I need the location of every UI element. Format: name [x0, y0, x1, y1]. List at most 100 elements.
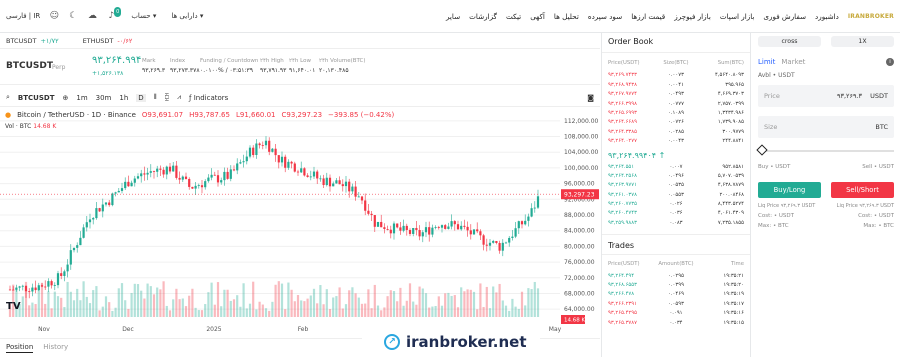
chart-title: Bitcoin / TetherUSD · 1D · Binance: [17, 111, 136, 119]
volume-bar: [524, 305, 527, 317]
nav-item[interactable]: بازار اسپات: [720, 12, 755, 21]
volume-bar: [37, 287, 40, 317]
cost-buy: Cost: • USDT: [758, 213, 794, 219]
nav-item[interactable]: سود سپرده: [588, 12, 622, 21]
nav-item[interactable]: سایر: [446, 12, 460, 21]
candle-body: [120, 188, 124, 191]
candle-body: [453, 221, 456, 225]
margin-mode-button[interactable]: cross: [758, 36, 821, 47]
book-cell: ۰.۰۴۹۶: [668, 172, 684, 179]
nav-item[interactable]: تیکت: [506, 12, 521, 21]
book-row[interactable]: ۹۳,۲۶۴.۳۳۸۵ ۰.۰۲۸۵ ۳۰۰.۹۷۷۹: [602, 128, 750, 137]
toolbar-symbol[interactable]: BTCUSDT: [18, 94, 55, 102]
indicators-button[interactable]: ƒ Indicators: [189, 94, 228, 102]
book-cell: ۰.۰۵۳۵: [668, 182, 684, 189]
nav-item[interactable]: بازار فیوچرز: [674, 12, 711, 21]
chart-svg[interactable]: 112,000.00 108,000.00 104,000.00 100,000.00…: [0, 107, 600, 333]
volume-bar: [248, 303, 252, 317]
book-row[interactable]: ۹۳,۲۶۸.۹۴۳۸ ۰.۰۰۴۱ ۳۹۵.۹۶۵: [602, 81, 750, 90]
language-switch[interactable]: فارسی | IR: [6, 12, 40, 20]
book-row[interactable]: ۹۳,۲۶۶.۴۷۸ ۰.۰۴۶۹ ۱۹:۳۵:۱۹: [602, 290, 750, 299]
brand-logo[interactable]: IRANBROKER: [848, 13, 894, 20]
volume-bar: [108, 302, 111, 317]
book-row[interactable]: ۹۳,۲۶۱.۰۳۷۸ ۰.۰۵۵۳ ۲۰۰.۰۸۴۶۸: [602, 191, 750, 200]
book-cell: ۹۳,۲۶۵.۴۲۹۵: [608, 310, 637, 317]
book-row[interactable]: ۹۳,۲۶۴.۶۶۸۹ ۰.۰۷۲۶ ۱,۷۳۹.۹۰۸۵: [602, 118, 750, 127]
book-row[interactable]: ۹۳,۲۶۶.۲۳۹۱ ۰.۰۵۹۳ ۱۹:۳۵:۱۷: [602, 300, 750, 309]
nav-item[interactable]: سفارش فوری: [763, 12, 806, 21]
book-row[interactable]: ۹۳,۲۶۰.۴۷۴۳ ۰.۰۳۶ ۴,۰۶۱.۴۳۰۹: [602, 209, 750, 218]
price-input[interactable]: Price ۹۳,۲۶۹.۳ USDT: [758, 85, 894, 107]
book-row[interactable]: ۹۳,۲۶۵.۳۷۸۷ ۰.۰۳۴ ۱۹:۳۵:۱۵: [602, 319, 750, 328]
volume-bar: [85, 296, 88, 317]
pair-item[interactable]: ETHUSDT -۰/۶۲: [83, 37, 133, 45]
candle-body: [325, 177, 328, 186]
sell-short-button[interactable]: Sell/Short: [831, 182, 894, 198]
candle-body: [488, 242, 492, 246]
volume-bar: [348, 290, 351, 317]
book-row[interactable]: ۹۳,۲۶۵.۴۲۹۵ ۰.۰۹۱ ۱۹:۳۵:۱۶: [602, 309, 750, 318]
interval-1h[interactable]: 1h: [119, 94, 128, 102]
tab-limit[interactable]: Limit: [758, 58, 775, 66]
interval-30m[interactable]: 30m: [96, 94, 112, 102]
nav-item[interactable]: آکهی: [530, 12, 545, 21]
pair-item[interactable]: BTCUSDT +۱/۷۲: [6, 37, 59, 45]
volume-bar: [332, 297, 335, 317]
tab-market[interactable]: Market: [781, 58, 805, 66]
volume-bar: [421, 288, 424, 317]
user-icon[interactable]: ☺: [49, 11, 59, 21]
symbol-search-icon[interactable]: ⌕: [6, 93, 10, 102]
buy-long-button[interactable]: Buy/Long: [758, 182, 821, 198]
candle-body: [245, 156, 248, 162]
book-row[interactable]: ۹۳,۲۶۶.۳۹۹۸ ۰.۰۷۷۷ ۲,۷۵۷.۰۳۹۹: [602, 100, 750, 109]
book-row[interactable]: ۹۳,۲۶۹.۷۴۳۳ ۰.۰۰۷۳ ۴,۵۶۴۰.۸۰۹۳: [602, 71, 750, 80]
cloud-icon[interactable]: ☁: [87, 11, 97, 21]
tab-history[interactable]: History: [43, 343, 68, 353]
interval-1m[interactable]: 1m: [76, 94, 87, 102]
leverage-button[interactable]: 1X: [831, 36, 894, 47]
size-input[interactable]: Size BTC: [758, 116, 894, 138]
book-cell: ۰.۰۴۹۳: [668, 91, 684, 98]
camera-icon[interactable]: ◙: [587, 94, 594, 102]
assets-menu[interactable]: دارایی ها ▾: [171, 12, 203, 20]
book-row[interactable]: ۹۳,۲۶۴.۲۵۶۸ ۰.۰۴۹۶ ۵,۷۰۷.۰۵۳۹: [602, 172, 750, 181]
ticker-header: BTCUSDT Perp ۹۳,۲۶۴.۹۹۴ +۱,۵۲۶.۱۳۸ Mark ۹…: [0, 49, 600, 85]
nav-item[interactable]: داشبورد: [815, 12, 839, 21]
nav-item[interactable]: قیمت ارزها: [631, 12, 665, 21]
slider-handle[interactable]: [756, 144, 768, 156]
ticker-symbol[interactable]: BTCUSDT: [6, 61, 53, 71]
account-menu[interactable]: حساب ▾: [131, 12, 156, 20]
book-row[interactable]: ۹۳,۲۶۳.۹۷۷۱ ۰.۰۵۳۵ ۴,۶۳۸.۷۸۷۹: [602, 181, 750, 190]
candle-style-icon[interactable]: ⧮: [165, 93, 169, 102]
tab-position[interactable]: Position: [6, 343, 34, 353]
candle-body: [197, 185, 200, 187]
bell-icon[interactable]: ♪ 0: [106, 7, 122, 21]
book-cell: ۹۳,۲۶۴.۶۶۸۹: [608, 119, 637, 126]
volume-bar: [482, 306, 485, 317]
volume-bar: [380, 310, 383, 317]
price-chart[interactable]: 112,000.00 108,000.00 104,000.00 100,000.00…: [0, 106, 600, 333]
info-icon[interactable]: i: [886, 58, 894, 66]
nav-item[interactable]: تحلیل ها: [554, 12, 579, 21]
book-row[interactable]: ۹۳,۲۶۵.۶۹۹۳ ۰.۱۰۸۹ ۱,۳۴۳۴.۹۸۶: [602, 109, 750, 118]
interval-D[interactable]: D: [136, 93, 146, 102]
book-cell: ۹۳,۲۶۵.۶۹۹۳: [608, 109, 637, 116]
book-row[interactable]: ۹۳,۲۶۰.۷۷۳۵ ۰.۰۲۶ ۸,۴۴۳.۵۲۷۴: [602, 200, 750, 209]
candle-body: [498, 242, 501, 251]
theme-icon[interactable]: ☾: [68, 11, 78, 21]
size-slider[interactable]: [756, 144, 894, 158]
book-row[interactable]: ۹۳,۲۶۷.۹۷۷۴ ۰.۰۴۹۳ ۴,۶۶۹.۳۷۰۳: [602, 90, 750, 99]
bar-style-icon[interactable]: ⫴: [154, 93, 157, 102]
book-row[interactable]: ۹۳,۲۶۴.۴۹۴ ۰.۰۲۹۵ ۱۹:۳۵:۲۱: [602, 272, 750, 281]
book-row[interactable]: ۹۳,۲۶۴.۵۵۱ ۰.۰۰۷ ۹۵۲.۸۵۸۱: [602, 163, 750, 172]
watermark-logo-icon: ↗: [384, 334, 400, 350]
book-row[interactable]: ۹۳,۲۶۸.۶۵۵۳ ۰.۰۳۹۹ ۱۹:۳۵:۲۰: [602, 281, 750, 290]
compare-icon[interactable]: ⩘: [177, 93, 181, 102]
book-row[interactable]: ۹۳,۲۵۹.۹۸۸۳ ۰.۰۸۳ ۷,۲۳۵.۱۸۵۵: [602, 219, 750, 228]
book-row[interactable]: ۹۳,۲۶۴.۰۲۷۷ ۰.۰۰۴۳ ۲۴۴.۸۸۴۱: [602, 137, 750, 146]
candle-body: [146, 172, 149, 175]
volume-bar: [232, 299, 236, 317]
candle-body: [322, 178, 325, 186]
nav-item[interactable]: گزارشات: [469, 12, 497, 21]
add-symbol-icon[interactable]: ⊕: [62, 94, 68, 102]
